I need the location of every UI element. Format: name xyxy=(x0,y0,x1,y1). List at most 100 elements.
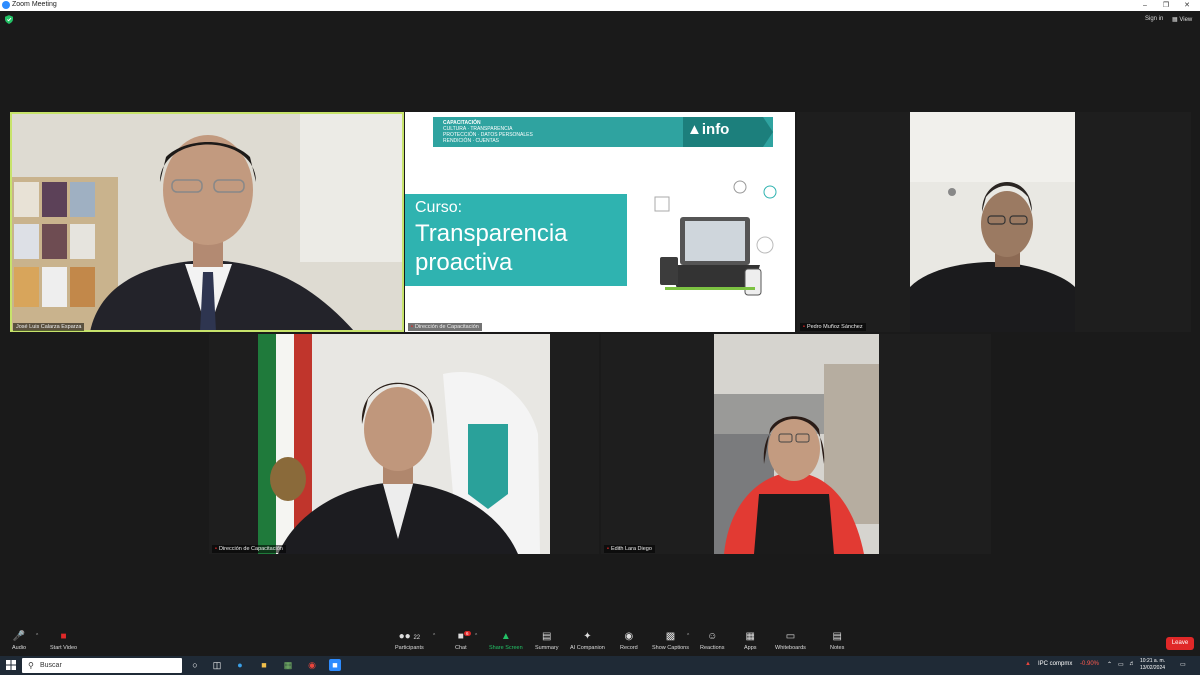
apps-label: Apps xyxy=(744,645,757,651)
participant-video xyxy=(10,112,404,332)
meeting-toolbar: 🎤 Audio ⌃ ■ Start Video ●● 22 Participan… xyxy=(0,629,1200,656)
windows-start-icon[interactable] xyxy=(6,660,16,670)
participant-video xyxy=(258,334,550,554)
zoom-taskbar-icon[interactable]: ■ xyxy=(329,659,341,671)
stock-name: IPC compmx xyxy=(1038,661,1073,667)
sparkle-icon: ✦ xyxy=(583,631,592,642)
share-screen-button[interactable]: ▲ Share Screen xyxy=(489,631,523,651)
participants-button[interactable]: ●● 22 Participants xyxy=(395,631,424,651)
start-video-label: Start Video xyxy=(50,645,78,651)
view-button[interactable]: ▦ View xyxy=(1172,16,1192,23)
whiteboard-icon: ▭ xyxy=(785,631,796,642)
video-tile-3[interactable]: • Pedro Muñoz Sánchez xyxy=(797,112,1191,332)
cortana-icon[interactable]: ○ xyxy=(189,659,201,671)
window-title: Zoom Meeting xyxy=(12,1,57,8)
laptop-illustration-icon xyxy=(654,180,777,296)
file-explorer-icon[interactable]: ■ xyxy=(258,659,270,671)
meeting-topbar: Sign in ▦ View xyxy=(0,11,1200,29)
ai-companion-button[interactable]: ✦ AI Companion xyxy=(570,631,605,651)
reactions-label: Reactions xyxy=(700,645,725,651)
banner-line-4: RENDICIÓN · CUENTAS xyxy=(443,138,500,144)
clock-date: 13/02/2024 xyxy=(1140,665,1166,671)
record-label: Record xyxy=(620,645,638,651)
stock-chart-icon: ▲ xyxy=(1025,661,1031,667)
share-screen-label: Share Screen xyxy=(489,645,523,651)
clock-time: 10:21 a. m. xyxy=(1140,658,1166,664)
network-icon[interactable]: ▭ xyxy=(1118,661,1124,668)
chat-label: Chat xyxy=(455,645,467,651)
video-tile-5[interactable]: • Edith Lara Diego xyxy=(601,334,991,554)
participant-name-label: • Dirección de Capacitación xyxy=(408,323,482,331)
share-screen-icon: ▲ xyxy=(500,631,511,642)
video-tile-1[interactable]: José Luis Calarza Esparza xyxy=(10,112,404,332)
video-tile-4[interactable]: • Dirección de Capacitación xyxy=(209,334,599,554)
leave-button[interactable]: Leave xyxy=(1166,637,1194,650)
participants-options-chevron-icon[interactable]: ⌃ xyxy=(432,633,436,639)
show-captions-button[interactable]: ▩ Show Captions xyxy=(652,631,689,651)
speaker-icon[interactable]: ♬ xyxy=(1129,661,1135,667)
close-icon[interactable]: ✕ xyxy=(1178,0,1196,11)
clock[interactable]: 10:21 a. m. 13/02/2024 xyxy=(1140,658,1165,672)
participant-name-label: • Pedro Muñoz Sánchez xyxy=(800,323,866,331)
microphone-muted-icon: 🎤 xyxy=(12,631,26,642)
info-logo: ▲info xyxy=(687,121,730,138)
participant-name-text: Dirección de Capacitación xyxy=(414,324,479,330)
participant-name-text: Dirección de Capacitación xyxy=(218,546,283,552)
ai-companion-label: AI Companion xyxy=(570,645,605,651)
course-title-line-2: proactiva xyxy=(415,249,513,276)
sign-in-link[interactable]: Sign in xyxy=(1145,16,1163,22)
whiteboards-button[interactable]: ▭ Whiteboards xyxy=(775,631,806,651)
participant-name-text: Edith Lara Diego xyxy=(610,546,652,552)
participants-label: Participants xyxy=(395,645,424,651)
notes-label: Notes xyxy=(830,645,845,651)
chat-badge: 6 xyxy=(464,631,471,636)
whiteboards-label: Whiteboards xyxy=(775,645,806,651)
audio-label: Audio xyxy=(12,645,27,651)
course-label: Curso: xyxy=(415,199,463,216)
audio-options-chevron-icon[interactable]: ⌃ xyxy=(35,633,39,639)
video-tile-2[interactable]: CAPACITACIÓN CULTURA · TRANSPARENCIA PRO… xyxy=(405,112,795,332)
start-video-button[interactable]: ■ Start Video xyxy=(50,631,77,651)
summary-label: Summary xyxy=(535,645,559,651)
chrome-icon[interactable]: ◉ xyxy=(306,659,318,671)
captions-options-chevron-icon[interactable]: ⌃ xyxy=(686,633,690,639)
mic-muted-icon: • xyxy=(215,546,217,552)
taskbar-search-input[interactable]: ⚲ Buscar xyxy=(22,658,182,673)
window-titlebar: Zoom Meeting – ❐ ✕ xyxy=(0,0,1200,11)
mic-muted-icon: • xyxy=(803,324,805,330)
participants-icon: ●● 22 xyxy=(398,631,421,642)
participant-name-label: • Dirección de Capacitación xyxy=(212,545,286,553)
summary-button[interactable]: ▤ Summary xyxy=(535,631,559,651)
zoom-app-icon xyxy=(2,1,10,9)
chat-button[interactable]: ■ Chat 6 xyxy=(455,631,471,651)
record-button[interactable]: ◉ Record xyxy=(620,631,638,651)
chat-options-chevron-icon[interactable]: ⌃ xyxy=(474,633,478,639)
mic-muted-icon: • xyxy=(411,324,413,330)
notifications-icon[interactable]: ▭ xyxy=(1180,661,1186,668)
course-title: Transparencia proactiva xyxy=(415,219,568,277)
mic-muted-icon: • xyxy=(607,546,609,552)
task-view-icon[interactable]: ◫ xyxy=(211,659,223,671)
tray-chevron-icon[interactable]: ⌃ xyxy=(1107,661,1112,668)
course-title-line-1: Transparencia xyxy=(415,220,568,247)
store-icon[interactable]: ▦ xyxy=(282,659,294,671)
apps-button[interactable]: ▦ Apps xyxy=(744,631,757,651)
participants-count: 22 xyxy=(413,635,421,641)
notes-icon: ▤ xyxy=(832,631,842,642)
security-shield-icon[interactable] xyxy=(5,15,13,24)
search-placeholder: Buscar xyxy=(40,662,62,669)
participant-video xyxy=(910,112,1075,332)
edge-browser-icon[interactable]: ● xyxy=(234,659,246,671)
notes-button[interactable]: ▤ Notes xyxy=(830,631,844,651)
participant-name-label: • Edith Lara Diego xyxy=(604,545,655,553)
minimize-icon[interactable]: – xyxy=(1136,0,1154,11)
captions-icon: ▩ xyxy=(665,631,676,642)
stock-change: -0.90% xyxy=(1080,661,1100,667)
maximize-icon[interactable]: ❐ xyxy=(1157,0,1175,11)
audio-button[interactable]: 🎤 Audio xyxy=(12,631,26,651)
participant-video xyxy=(714,334,879,554)
reactions-icon: ☺ xyxy=(707,631,718,642)
search-icon: ⚲ xyxy=(28,661,34,670)
windows-taskbar: ⚲ Buscar ○ ◫ ● ■ ▦ ◉ ■ ▲ IPC compmx -0.9… xyxy=(0,656,1200,675)
reactions-button[interactable]: ☺ Reactions xyxy=(700,631,724,651)
